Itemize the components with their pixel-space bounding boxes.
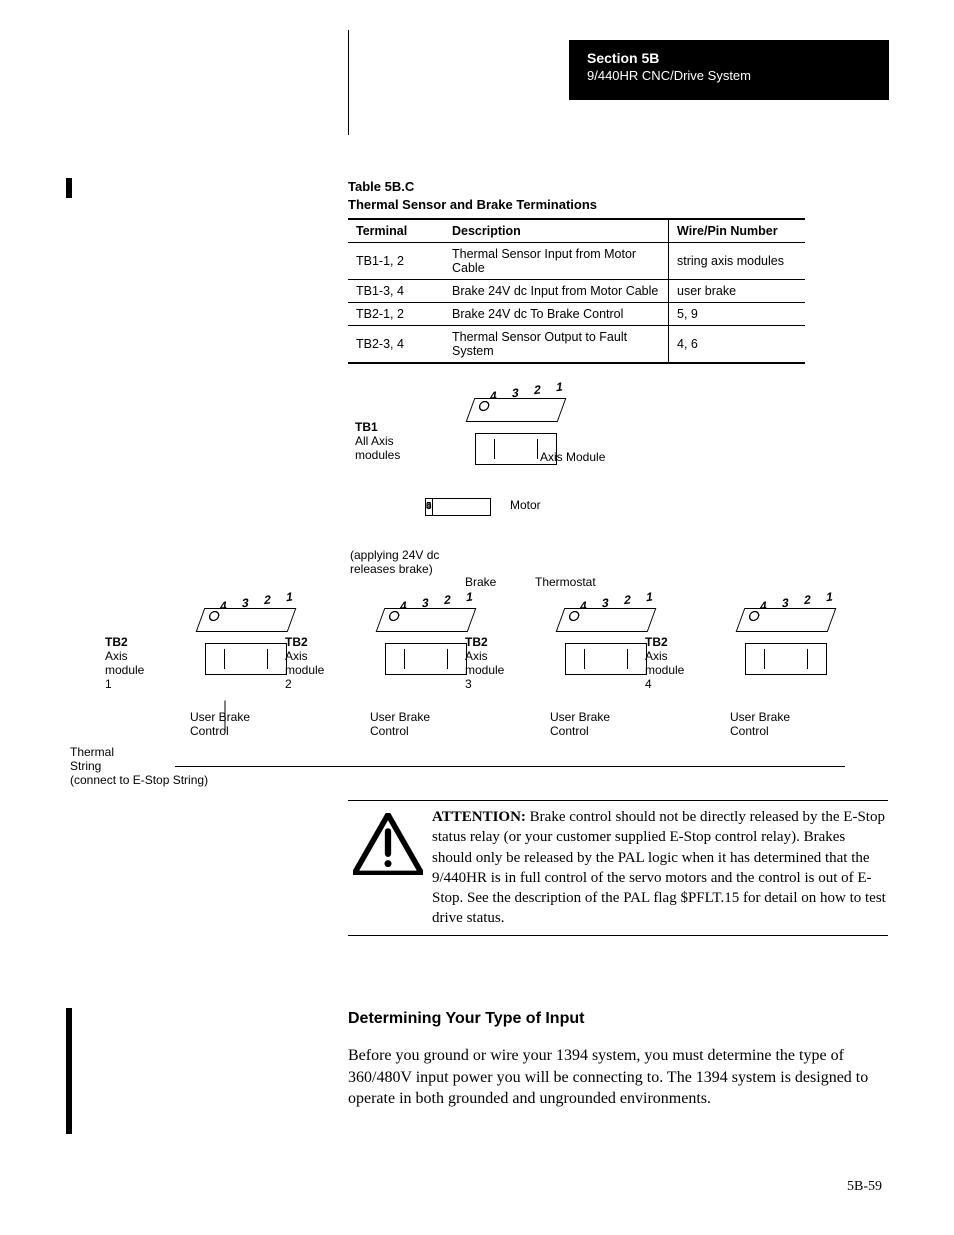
table-row: TB1-1, 2Thermal Sensor Input from Motor … bbox=[348, 243, 805, 280]
attention-lead: ATTENTION: bbox=[432, 809, 526, 825]
revision-bar bbox=[66, 1008, 72, 1134]
ubc-label: User Brake Control bbox=[550, 710, 610, 738]
th-wire: Wire/Pin Number bbox=[669, 219, 806, 243]
tb2-block: 4 3 2 1 bbox=[370, 620, 480, 675]
attention-icon bbox=[348, 807, 428, 929]
tb2-block: 4 3 2 1 bbox=[550, 620, 660, 675]
th-description: Description bbox=[444, 219, 669, 243]
motor-pin-box: 6 4 5 9 bbox=[425, 498, 491, 516]
table-title: Thermal Sensor and Brake Terminations bbox=[348, 197, 597, 212]
vertical-rule bbox=[348, 30, 349, 135]
attention-text: ATTENTION: Brake control should not be d… bbox=[428, 807, 888, 929]
thermal-string-line bbox=[175, 766, 845, 767]
section-heading: Determining Your Type of Input bbox=[348, 1010, 584, 1028]
section-header: Section 5B 9/440HR CNC/Drive System bbox=[569, 40, 889, 100]
tb2-block: 4 3 2 1 bbox=[190, 620, 300, 675]
attention-body: Brake control should not be directly rel… bbox=[432, 809, 886, 926]
table-row: TB2-3, 4Thermal Sensor Output to Fault S… bbox=[348, 326, 805, 364]
th-terminal: Terminal bbox=[348, 219, 444, 243]
ubc-label: User Brake Control bbox=[190, 710, 250, 738]
tb2-block: 4 3 2 1 bbox=[730, 620, 840, 675]
brake-label: Brake bbox=[465, 575, 496, 589]
section-number: Section 5B bbox=[587, 50, 871, 66]
terminations-table: Terminal Description Wire/Pin Number TB1… bbox=[348, 218, 805, 364]
table-row: TB2-1, 2Brake 24V dc To Brake Control5, … bbox=[348, 303, 805, 326]
brake-note: (applying 24V dc releases brake) bbox=[350, 548, 439, 576]
thermostat-label: Thermostat bbox=[535, 575, 596, 589]
table-number: Table 5B.C bbox=[348, 179, 414, 194]
table-row: TB1-3, 4Brake 24V dc Input from Motor Ca… bbox=[348, 280, 805, 303]
section-title: 9/440HR CNC/Drive System bbox=[587, 68, 871, 83]
revision-bar bbox=[66, 178, 72, 198]
ubc-label: User Brake Control bbox=[730, 710, 790, 738]
wiring-diagram: 4 3 2 1 TB1 All Axis modules Axis Module… bbox=[70, 370, 890, 800]
ubc-label: User Brake Control bbox=[370, 710, 430, 738]
axis-module-label: Axis Module bbox=[540, 450, 605, 464]
motor-label: Motor bbox=[510, 498, 541, 512]
attention-box: ATTENTION: Brake control should not be d… bbox=[348, 800, 888, 936]
body-paragraph: Before you ground or wire your 1394 syst… bbox=[348, 1045, 888, 1110]
table-caption: Table 5B.C Thermal Sensor and Brake Term… bbox=[348, 178, 597, 214]
page-number: 5B-59 bbox=[847, 1179, 882, 1195]
